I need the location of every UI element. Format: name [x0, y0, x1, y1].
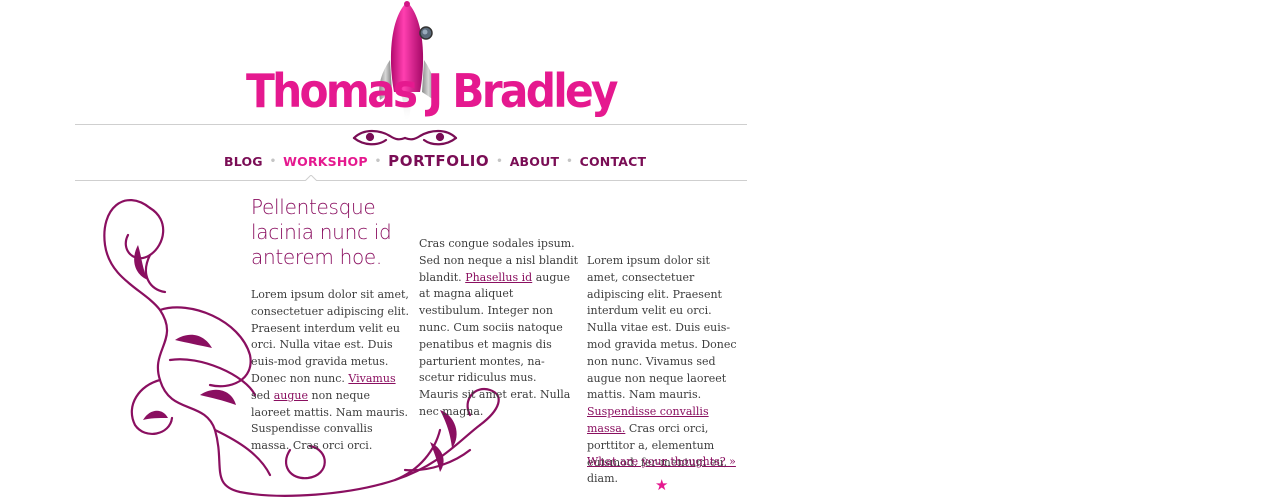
- nav-item-about[interactable]: ABOUT: [510, 154, 560, 169]
- nav-item-blog[interactable]: BLOG: [224, 154, 263, 169]
- col1-text: sed: [251, 388, 274, 402]
- site-title[interactable]: Thomas J Bradley: [246, 68, 619, 114]
- nav-item-workshop[interactable]: WORKSHOP: [283, 154, 368, 169]
- ornament-icon: [352, 129, 458, 146]
- header-rule-top: [75, 124, 747, 125]
- page-headline: Pellentesque lacinia nunc id anterem hoe…: [251, 195, 392, 269]
- text-column-3: Lorem ipsum dolor sit amet, consectetuer…: [587, 253, 742, 488]
- star-icon: ★: [655, 476, 669, 494]
- comments-link[interactable]: What are your thoughts? »: [587, 455, 736, 468]
- nav-separator: •: [374, 155, 382, 167]
- col1-link-vivamus[interactable]: Vivamus: [348, 372, 395, 385]
- nav-item-contact[interactable]: CONTACT: [580, 154, 647, 169]
- col1-text: Lorem ipsum dolor sit amet, consectetuer…: [251, 288, 409, 385]
- col3-text: Lorem ipsum dolor sit amet, consectetuer…: [587, 254, 737, 402]
- main-nav: BLOG • WORKSHOP • PORTFOLIO • ABOUT • CO…: [224, 152, 646, 170]
- col2-text: augue at magna aliquet vestibulum. Integ…: [419, 270, 571, 418]
- nav-item-portfolio[interactable]: PORTFOLIO: [388, 152, 489, 170]
- nav-separator: •: [269, 155, 277, 167]
- nav-separator: •: [496, 155, 503, 167]
- nav-separator: •: [566, 155, 573, 167]
- col1-link-augue[interactable]: augue: [274, 389, 308, 402]
- text-column-1: Lorem ipsum dolor sit amet, consectetuer…: [251, 287, 411, 455]
- col2-link-phasellus[interactable]: Phasellus id: [465, 271, 532, 284]
- text-column-2: Cras congue sodales ipsum. Sed non neque…: [419, 236, 579, 421]
